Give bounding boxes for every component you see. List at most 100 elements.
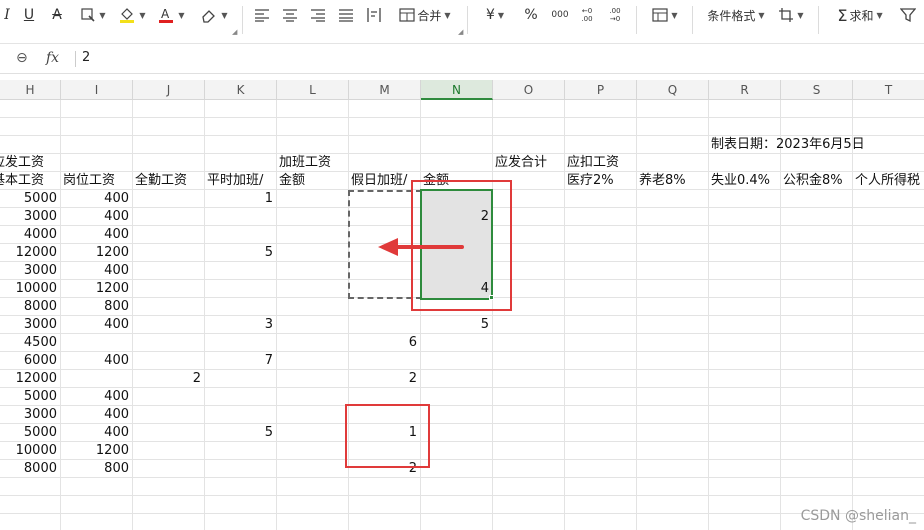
column-header-q[interactable]: Q xyxy=(637,80,709,100)
cell-h[interactable]: 12000 xyxy=(0,370,61,388)
cell-i[interactable]: 400 xyxy=(61,226,133,244)
strikethrough-button[interactable]: A xyxy=(48,3,66,27)
cell-i[interactable]: 400 xyxy=(61,388,133,406)
header-housing-fund[interactable]: 公积金8% xyxy=(781,172,853,190)
dialog-launcher-icon[interactable]: ◢ xyxy=(232,28,237,36)
column-header-t[interactable]: T xyxy=(853,80,924,100)
conditional-format-button[interactable]: 条件格式 ▼ xyxy=(704,3,766,27)
header-amount-l[interactable]: 金额 xyxy=(277,172,349,190)
header-deductions[interactable]: 应扣工资 xyxy=(565,154,645,172)
column-header-bar: HIJKLMNOPQRST xyxy=(0,80,924,100)
formula-input[interactable]: 2 xyxy=(82,50,90,65)
cell-i[interactable]: 1200 xyxy=(61,442,133,460)
cell-i[interactable]: 800 xyxy=(61,298,133,316)
cell-h[interactable]: 3000 xyxy=(0,406,61,424)
cell-k[interactable]: 7 xyxy=(205,352,277,370)
merge-button[interactable]: 合并 ▼ xyxy=(396,3,454,27)
cell-h[interactable]: 8000 xyxy=(0,298,61,316)
column-header-h[interactable]: H xyxy=(0,80,61,100)
italic-button[interactable]: I xyxy=(0,3,14,27)
cell-h[interactable]: 3000 xyxy=(0,262,61,280)
header-overtime-pay[interactable]: 加班工资 xyxy=(277,154,357,172)
column-header-m[interactable]: M xyxy=(349,80,421,100)
column-header-j[interactable]: J xyxy=(133,80,205,100)
cell-h[interactable]: 4000 xyxy=(0,226,61,244)
cell-h[interactable]: 4500 xyxy=(0,334,61,352)
column-header-i[interactable]: I xyxy=(61,80,133,100)
column-header-o[interactable]: O xyxy=(493,80,565,100)
decrease-decimal-button[interactable]: .00 →0 xyxy=(604,3,626,27)
cell-i[interactable]: 1200 xyxy=(61,280,133,298)
cell-i[interactable]: 400 xyxy=(61,424,133,442)
font-color-button[interactable]: A ▼ xyxy=(156,3,186,27)
column-header-n[interactable]: N xyxy=(421,80,493,100)
fill-color-button[interactable]: ▼ xyxy=(116,3,148,27)
underline-button[interactable]: U xyxy=(20,3,38,27)
filter-button[interactable] xyxy=(898,3,918,27)
header-weekday-overtime[interactable]: 平时加班/ xyxy=(205,172,285,190)
spreadsheet-grid[interactable]: HIJKLMNOPQRST 制表日期：2023年6月5日应发工资 加班工资 应发合计… xyxy=(0,80,924,530)
align-right-button[interactable] xyxy=(308,3,328,27)
cell-h[interactable]: 10000 xyxy=(0,280,61,298)
cell-j[interactable]: 2 xyxy=(133,370,205,388)
header-post-salary[interactable]: 岗位工资 xyxy=(61,172,141,190)
thousands-separator-button[interactable]: 000 xyxy=(550,3,570,27)
header-gross-total[interactable]: 应发合计 xyxy=(493,154,573,172)
cell-h[interactable]: 10000 xyxy=(0,442,61,460)
header-medical[interactable]: 医疗2% xyxy=(565,172,637,190)
function-icon[interactable]: fx xyxy=(46,50,59,66)
border-style-button[interactable]: ▼ xyxy=(78,3,108,27)
cell-k[interactable]: 5 xyxy=(205,424,277,442)
column-header-l[interactable]: L xyxy=(277,80,349,100)
column-header-r[interactable]: R xyxy=(709,80,781,100)
cell-h[interactable]: 12000 xyxy=(0,244,61,262)
cell-k[interactable]: 3 xyxy=(205,316,277,334)
cell-i[interactable]: 400 xyxy=(61,352,133,370)
increase-decimal-button[interactable]: ←0 .00 xyxy=(576,3,598,27)
cell-i[interactable]: 400 xyxy=(61,406,133,424)
column-header-k[interactable]: K xyxy=(205,80,277,100)
cell-h[interactable]: 5000 xyxy=(0,424,61,442)
align-center-button[interactable] xyxy=(280,3,300,27)
cell-k[interactable]: 5 xyxy=(205,244,277,262)
currency-format-button[interactable]: ¥ ▼ xyxy=(480,3,510,27)
cell-h[interactable]: 3000 xyxy=(0,316,61,334)
cell-i[interactable]: 400 xyxy=(61,262,133,280)
table-style-button[interactable]: ▼ xyxy=(648,3,682,27)
header-gross-pay[interactable]: 应发工资 xyxy=(0,154,70,172)
table-icon xyxy=(652,8,669,22)
clear-format-button[interactable]: ▼ xyxy=(198,3,230,27)
header-attendance-pay[interactable]: 全勤工资 xyxy=(133,172,213,190)
autosum-button[interactable]: Σ 求和 ▼ xyxy=(830,3,890,27)
cell-m[interactable]: 2 xyxy=(349,370,421,388)
cell-h[interactable]: 5000 xyxy=(0,388,61,406)
cell-n[interactable]: 5 xyxy=(421,316,493,334)
cell-i[interactable]: 1200 xyxy=(61,244,133,262)
justify-button[interactable] xyxy=(336,3,356,27)
header-base-salary[interactable]: 基本工资 xyxy=(0,172,70,190)
wrap-text-button[interactable] xyxy=(364,3,384,27)
date-label[interactable]: 制表日期：2023年6月5日 xyxy=(709,136,909,154)
dialog-launcher-icon[interactable]: ◢ xyxy=(458,28,463,36)
cell-i[interactable]: 800 xyxy=(61,460,133,478)
cell-i[interactable]: 400 xyxy=(61,190,133,208)
percent-button[interactable]: % xyxy=(522,3,540,27)
cell-h[interactable]: 8000 xyxy=(0,460,61,478)
column-header-s[interactable]: S xyxy=(781,80,853,100)
row-gridline xyxy=(0,495,924,496)
cell-i[interactable]: 400 xyxy=(61,316,133,334)
header-unemployment[interactable]: 失业0.4% xyxy=(709,172,781,190)
cell-m[interactable]: 6 xyxy=(349,334,421,352)
cell-i[interactable]: 400 xyxy=(61,208,133,226)
cell-k[interactable]: 1 xyxy=(205,190,277,208)
cell-border-button[interactable]: ▼ xyxy=(774,3,808,27)
increase-decimal-icon: ←0 .00 xyxy=(581,7,593,23)
cell-h[interactable]: 3000 xyxy=(0,208,61,226)
align-left-button[interactable] xyxy=(252,3,272,27)
cell-h[interactable]: 6000 xyxy=(0,352,61,370)
zoom-lookup-icon[interactable]: ⊖ xyxy=(16,50,28,66)
cell-h[interactable]: 5000 xyxy=(0,190,61,208)
header-pension[interactable]: 养老8% xyxy=(637,172,709,190)
column-header-p[interactable]: P xyxy=(565,80,637,100)
header-income-tax[interactable]: 个人所得税 xyxy=(853,172,924,190)
